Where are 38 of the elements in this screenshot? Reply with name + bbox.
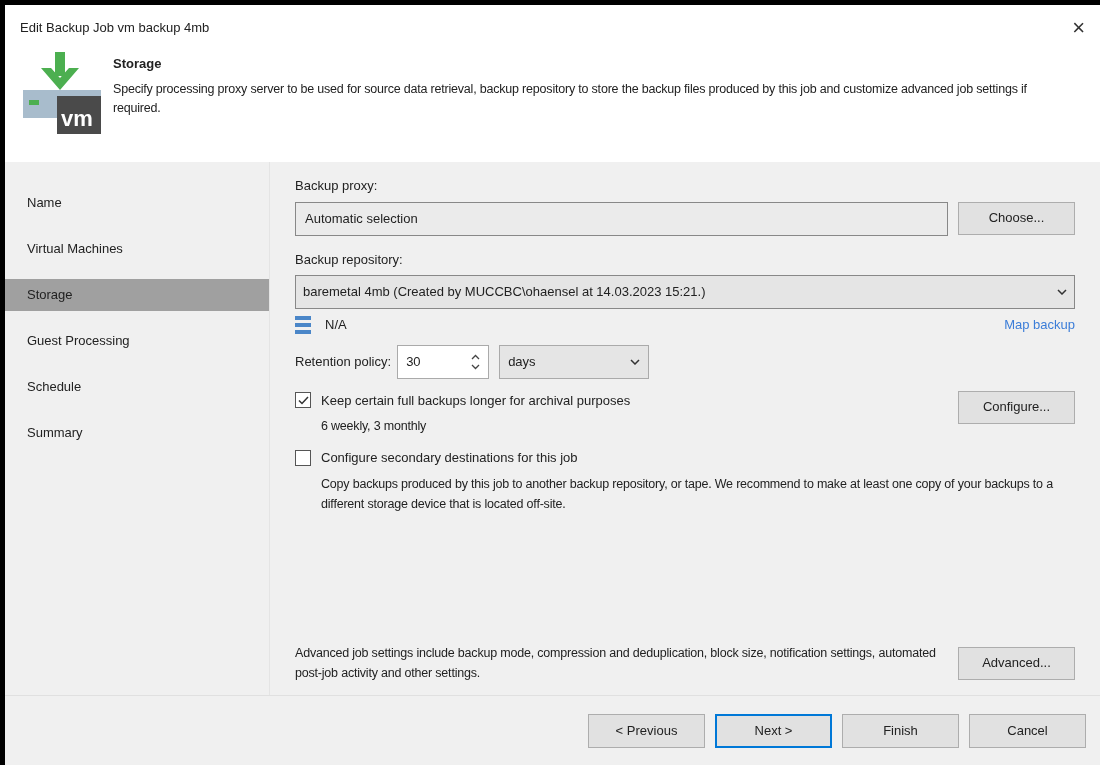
option-label: Keep certain full backups longer for archival purposes: [321, 391, 631, 410]
sidebar-item[interactable]: Summary: [5, 417, 269, 449]
field-label: Retention policy:: [295, 352, 392, 371]
database-icon: [295, 315, 311, 334]
repository-dropdown[interactable]: baremetal 4mb (Created by MUCCBC\ohaensel at 14.03.2023 15:21.): [295, 275, 1075, 309]
field-label: Backup repository:: [295, 250, 404, 269]
sidebar-item[interactable]: Guest Processing: [5, 325, 269, 357]
unit-dropdown[interactable]: days: [499, 344, 650, 379]
wizard-button[interactable]: Finish: [842, 713, 959, 748]
sidebar-item[interactable]: Schedule: [5, 371, 269, 403]
wizard-button[interactable]: < Previous: [588, 713, 705, 748]
sidebar-item[interactable]: Storage: [5, 279, 269, 311]
option-label: Configure secondary destinations for this job: [321, 449, 578, 467]
spinner-arrows-icon: [471, 353, 481, 370]
map-backup-link[interactable]: Map backup: [1004, 315, 1075, 335]
page-description: Specify processing proxy server to be used for source data retrieval, backup repository to store the backup files produced by this job and customize advanced job settings if required.: [113, 80, 1028, 117]
chevron-down-icon: [1057, 289, 1067, 295]
repository-status: N/A: [325, 316, 347, 334]
button[interactable]: Choose...: [958, 201, 1075, 235]
window-title: Edit Backup Job vm backup 4mb: [20, 18, 210, 37]
sidebar-item[interactable]: Name: [5, 187, 269, 219]
button[interactable]: Advanced...: [958, 646, 1075, 680]
wizard-button[interactable]: Next >: [715, 713, 832, 748]
close-button[interactable]: ×: [1072, 16, 1085, 39]
chevron-down-icon: [630, 358, 641, 365]
retention-spinner[interactable]: 30: [397, 344, 490, 379]
button[interactable]: Configure...: [958, 390, 1075, 424]
checkbox[interactable]: [295, 449, 311, 466]
option-detail: 6 weekly, 3 monthly: [321, 418, 428, 435]
checkbox[interactable]: [295, 392, 311, 409]
wizard-button[interactable]: Cancel: [969, 713, 1086, 748]
advanced-description: Advanced job settings include backup mode, compression and deduplication, block size, notification settings, automated post-job activity and other settings.: [295, 645, 937, 682]
option-detail: Copy backups produced by this job to another backup repository, or tape. We recommend to make at least one copy of your backups to a different storage device that is located off-site.: [321, 475, 1054, 513]
proxy-field[interactable]: Automatic selection: [295, 201, 948, 236]
page-heading: Storage: [113, 55, 163, 73]
sidebar-item[interactable]: Virtual Machines: [5, 233, 269, 265]
check-icon: [297, 395, 309, 405]
field-label: Backup proxy:: [295, 177, 379, 195]
